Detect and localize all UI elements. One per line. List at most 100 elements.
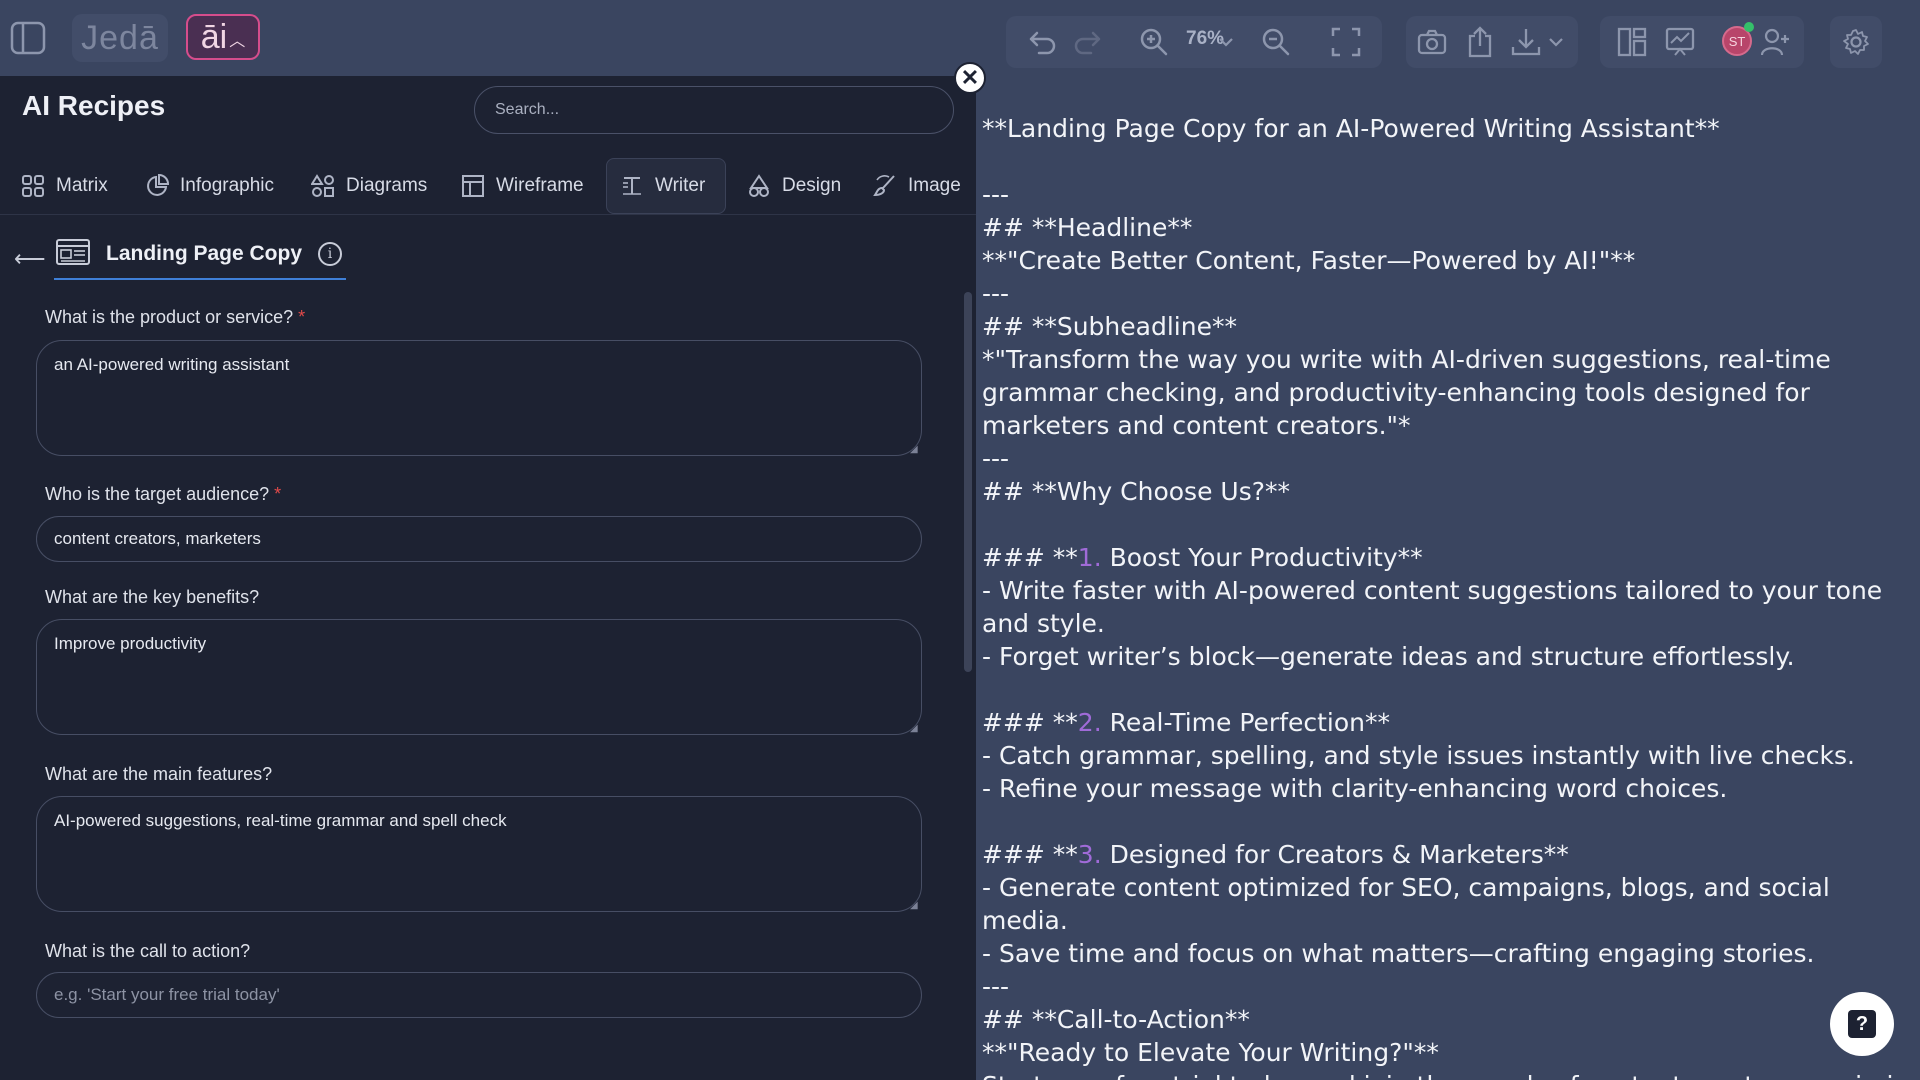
ai-menu-button[interactable]: āi ︿	[186, 14, 260, 60]
add-user-icon[interactable]	[1758, 24, 1794, 60]
tabs-divider	[0, 214, 976, 215]
camera-icon[interactable]	[1414, 24, 1450, 60]
undo-icon[interactable]	[1024, 24, 1060, 60]
section-1-heading: ### **1. Boost Your Productivity**	[982, 541, 1902, 574]
tab-label: Writer	[655, 175, 706, 196]
download-icon[interactable]	[1508, 24, 1544, 60]
sidebar-toggle-icon[interactable]	[6, 16, 50, 60]
cta-label: What is the call to action?	[45, 941, 251, 961]
recipe-header: ⟵ Landing Page Copy i	[14, 236, 347, 282]
section-3-bullet: - Save time and focus on what matters—cr…	[982, 939, 1815, 968]
ai-recipes-panel: AI Recipes Matrix Infographic Diagrams W…	[0, 76, 976, 1080]
tab-diagrams[interactable]: Diagrams	[298, 158, 439, 214]
required-marker: *	[298, 307, 306, 327]
list-number: 1.	[1077, 543, 1102, 572]
features-label: What are the main features?	[45, 764, 273, 784]
generated-copy-output: **Landing Page Copy for an AI-Powered Wr…	[982, 112, 1902, 1080]
tab-label: Design	[782, 175, 842, 196]
tab-label: Matrix	[56, 175, 108, 196]
redo-icon[interactable]	[1070, 24, 1106, 60]
heading-title: Real-Time Perfection**	[1101, 708, 1391, 737]
help-button[interactable]: ?	[1830, 992, 1894, 1056]
subheadline-text: *"Transform the way you write with AI-dr…	[982, 345, 1831, 440]
output-separator: ---	[982, 444, 1010, 473]
benefits-field[interactable]: Improve productivity	[36, 619, 922, 735]
tab-matrix[interactable]: Matrix	[8, 158, 120, 214]
chevron-up-icon: ︿	[229, 33, 246, 50]
info-icon[interactable]: i	[318, 242, 343, 266]
heading-prefix: ### **	[982, 543, 1078, 572]
cta-heading: ## **Call-to-Action**	[982, 1005, 1250, 1034]
audience-label: Who is the target audience? *	[45, 484, 281, 505]
landing-page-icon	[56, 238, 90, 270]
shapes-icon	[310, 173, 336, 199]
section-2-bullet: - Refine your message with clarity-enhan…	[982, 774, 1728, 803]
text-icon	[619, 173, 645, 199]
zoom-in-icon[interactable]	[1136, 24, 1172, 60]
product-label-text: What is the product or service?	[45, 307, 294, 327]
tab-image[interactable]: Image	[860, 158, 973, 214]
wireframe-icon	[460, 173, 486, 199]
heading-title: Boost Your Productivity**	[1101, 543, 1423, 572]
grid-icon	[20, 173, 46, 199]
heading-prefix: ### **	[982, 708, 1078, 737]
section-1-bullet: - Forget writer’s block—generate ideas a…	[982, 642, 1795, 671]
zoom-dropdown-chevron-icon[interactable]	[1216, 24, 1236, 60]
list-number: 2.	[1077, 708, 1102, 737]
features-field[interactable]: AI-powered suggestions, real-time gramma…	[36, 796, 922, 912]
resize-handle-icon[interactable]: ◢	[910, 900, 920, 911]
audience-field[interactable]	[36, 516, 922, 562]
recipe-title-tab[interactable]: Landing Page Copy i	[54, 238, 347, 280]
pie-chart-icon	[144, 173, 170, 199]
download-options-chevron-icon[interactable]	[1546, 24, 1566, 60]
heading-prefix: ### **	[982, 840, 1078, 869]
cta-body: Start your free trial today and join tho…	[982, 1069, 1902, 1080]
recipe-category-tabs: Matrix Infographic Diagrams Wireframe Wr…	[0, 158, 976, 214]
subheadline-heading: ## **Subheadline**	[982, 312, 1237, 341]
resize-handle-icon[interactable]: ◢	[910, 723, 920, 734]
product-label: What is the product or service? *	[45, 307, 305, 328]
design-icon	[746, 173, 772, 199]
resize-handle-icon[interactable]: ◢	[910, 444, 920, 455]
back-arrow-icon[interactable]: ⟵	[14, 246, 48, 272]
section-2-heading: ### **2. Real-Time Perfection**	[982, 706, 1902, 739]
list-number: 3.	[1077, 840, 1102, 869]
cta-text: **"Ready to Elevate Your Writing?"**	[982, 1038, 1439, 1067]
cta-field[interactable]	[36, 972, 922, 1018]
tab-wireframe[interactable]: Wireframe	[448, 158, 596, 214]
why-heading: ## **Why Choose Us?**	[982, 477, 1290, 506]
product-field[interactable]: an AI-powered writing assistant	[36, 340, 922, 456]
layout-panels-icon[interactable]	[1614, 24, 1650, 60]
panel-scrollbar[interactable]	[964, 292, 972, 672]
tab-design[interactable]: Design	[734, 158, 853, 214]
benefits-label: What are the key benefits?	[45, 587, 260, 607]
zoom-out-icon[interactable]	[1258, 24, 1294, 60]
headline-text: **"Create Better Content, Faster—Powered…	[982, 246, 1636, 275]
section-3-bullet: - Generate content optimized for SEO, ca…	[982, 873, 1830, 935]
jeda-logo[interactable]: Jedā	[72, 14, 168, 62]
heading-title: Designed for Creators & Marketers**	[1101, 840, 1569, 869]
tab-infographic[interactable]: Infographic	[132, 158, 286, 214]
tab-label: Image	[908, 175, 961, 196]
headline-heading: ## **Headline**	[982, 213, 1193, 242]
tab-label: Wireframe	[496, 175, 584, 196]
ai-button-label: āi	[200, 17, 228, 56]
presentation-icon[interactable]	[1662, 24, 1698, 60]
output-title: **Landing Page Copy for an AI-Powered Wr…	[982, 114, 1720, 143]
brush-icon	[872, 173, 898, 199]
tab-writer[interactable]: Writer	[606, 158, 726, 214]
section-2-bullet: - Catch grammar, spelling, and style iss…	[982, 741, 1855, 770]
settings-gear-icon[interactable]	[1838, 24, 1874, 60]
help-question-icon: ?	[1848, 1010, 1876, 1038]
section-3-heading: ### **3. Designed for Creators & Markete…	[982, 838, 1902, 871]
fit-screen-icon[interactable]	[1328, 24, 1364, 60]
output-separator: ---	[982, 180, 1010, 209]
tab-label: Infographic	[180, 175, 275, 196]
close-panel-button[interactable]: ✕	[954, 62, 986, 94]
panel-title: AI Recipes	[22, 90, 166, 121]
share-upload-icon[interactable]	[1462, 24, 1498, 60]
recipe-search-input[interactable]	[474, 86, 954, 134]
required-marker: *	[274, 484, 282, 504]
